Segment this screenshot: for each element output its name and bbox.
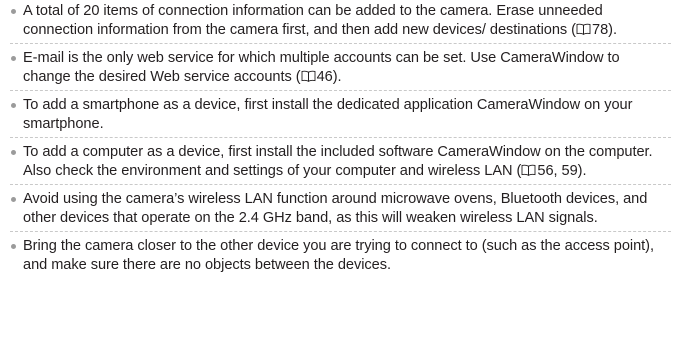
note-text: To add a computer as a device, first ins… (23, 144, 653, 179)
note-text-segment: A total of 20 items of connection inform… (23, 3, 603, 38)
note-item: To add a smartphone as a device, first i… (10, 90, 671, 134)
note-text-segment: Bring the camera closer to the other dev… (23, 238, 654, 273)
note-text-segment: To add a smartphone as a device, first i… (23, 97, 633, 132)
bullet-icon (11, 150, 16, 155)
bullet-icon (11, 103, 16, 108)
notes-page: A total of 20 items of connection inform… (0, 0, 679, 348)
note-text: E-mail is the only web service for which… (23, 50, 620, 85)
note-item: Bring the camera closer to the other dev… (10, 231, 671, 275)
book-reference-icon (301, 70, 316, 82)
note-text: A total of 20 items of connection inform… (23, 3, 617, 38)
bullet-icon (11, 197, 16, 202)
book-reference-icon (521, 164, 536, 176)
note-item: E-mail is the only web service for which… (10, 43, 671, 87)
note-text: Bring the camera closer to the other dev… (23, 238, 654, 273)
note-text-segment: 56, 59). (537, 163, 587, 179)
notes-list: A total of 20 items of connection inform… (10, 2, 671, 275)
book-reference-icon (576, 23, 591, 35)
note-text: Avoid using the camera’s wireless LAN fu… (23, 191, 647, 226)
bullet-icon (11, 9, 16, 14)
note-item: Avoid using the camera’s wireless LAN fu… (10, 184, 671, 228)
note-text-segment: 46). (316, 69, 342, 85)
note-item: To add a computer as a device, first ins… (10, 137, 671, 181)
note-item: A total of 20 items of connection inform… (10, 2, 671, 40)
note-text: To add a smartphone as a device, first i… (23, 97, 632, 132)
note-text-segment: 78). (592, 22, 617, 38)
bullet-icon (11, 244, 16, 249)
note-text-segment: Avoid using the camera’s wireless LAN fu… (23, 191, 648, 226)
bullet-icon (11, 56, 16, 61)
